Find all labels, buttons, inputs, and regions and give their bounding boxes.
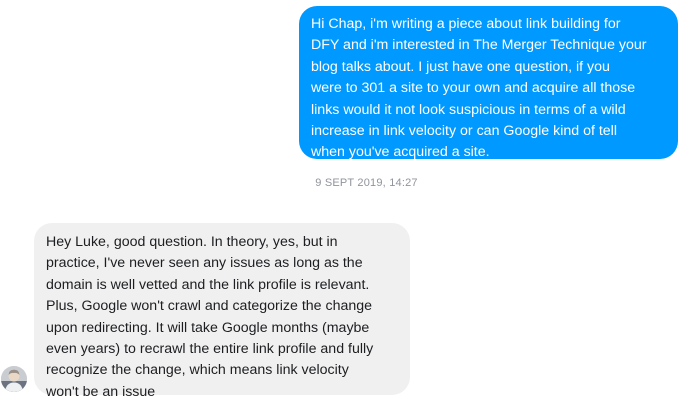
message-line: recognize the change, which means link v… — [46, 362, 349, 379]
message-line: Hey Luke, good question. In theory, yes,… — [46, 234, 338, 250]
message-line: practice, I've never seen any issues as … — [46, 255, 363, 272]
message-line: domain is well vetted and the link profi… — [46, 276, 370, 293]
message-line: Hi Chap, i'm writing a piece about link … — [311, 16, 621, 32]
message-line: when you've acquired a site. — [311, 144, 490, 161]
message-line: even years) to recrawl the entire link p… — [46, 341, 374, 358]
message-line: links would it not look suspicious in te… — [311, 101, 626, 118]
message-line: Plus, Google won't crawl and categorize … — [46, 298, 373, 315]
message-line: blog talks about. I just have one questi… — [311, 58, 610, 75]
message-line: DFY and i'm interested in The Merger Tec… — [311, 37, 647, 54]
user-avatar-icon[interactable] — [1, 366, 27, 392]
message-timestamp: 9 SEPT 2019, 14:27 — [315, 177, 418, 189]
incoming-message-bubble[interactable]: Hey Luke, good question. In theory, yes,… — [34, 223, 410, 400]
message-line: were to 301 a site to your own and acqui… — [311, 80, 636, 97]
message-line: upon redirecting. It will take Google mo… — [46, 319, 370, 336]
message-line: won't be an issue — [46, 383, 156, 400]
message-line: increase in link velocity or can Google … — [311, 123, 617, 140]
outgoing-message-bubble[interactable]: Hi Chap, i'm writing a piece about link … — [299, 6, 678, 160]
